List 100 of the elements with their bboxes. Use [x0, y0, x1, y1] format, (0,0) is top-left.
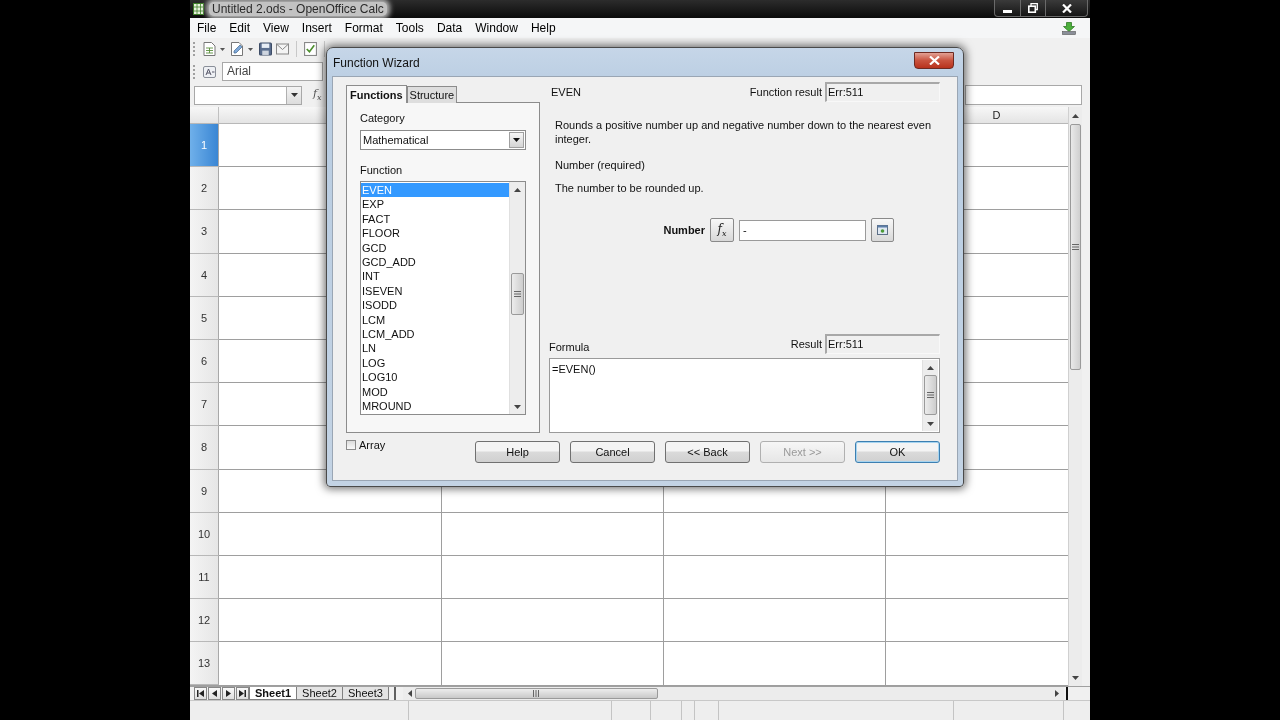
- row-header[interactable]: 10: [190, 512, 219, 556]
- menu-item[interactable]: Format: [338, 20, 389, 36]
- first-sheet-button[interactable]: [194, 687, 207, 700]
- checkmark-document-icon[interactable]: [304, 42, 317, 56]
- column-label[interactable]: D: [992, 109, 1001, 121]
- caret-down-icon[interactable]: [927, 421, 934, 426]
- checkbox-label[interactable]: Array: [359, 439, 386, 451]
- sheet-tab[interactable]: Sheet1: [249, 687, 298, 700]
- sheet-tab[interactable]: Sheet2: [296, 687, 343, 700]
- category-dropdown[interactable]: Mathematical: [360, 130, 526, 150]
- menu-item[interactable]: Tools: [389, 20, 430, 36]
- function-name: EVEN: [550, 86, 581, 98]
- row-header[interactable]: 11: [190, 555, 219, 600]
- caret-up-icon[interactable]: [927, 365, 934, 370]
- formula-field[interactable]: =EVEN(): [549, 358, 940, 433]
- function-wizard-button[interactable]: f$_{x}$: [313, 87, 322, 103]
- tab[interactable]: Functions: [346, 85, 407, 103]
- restore-button[interactable]: [1021, 0, 1046, 17]
- list-item[interactable]: GCD: [361, 240, 509, 256]
- row-header[interactable]: 13: [190, 642, 219, 686]
- scrollbar-track[interactable]: [1068, 107, 1082, 686]
- checkbox[interactable]: [346, 440, 356, 450]
- list-item[interactable]: MOD: [361, 384, 509, 400]
- list-item[interactable]: FACT: [361, 211, 509, 227]
- caret-left-icon[interactable]: [407, 690, 412, 697]
- dialog-button[interactable]: OK: [855, 441, 940, 463]
- function-description: Rounds a positive number up and negative number down to the nearest even integer.: [555, 118, 933, 146]
- function-wizard-button[interactable]: f$_{x}$: [710, 218, 734, 242]
- caret-down-icon[interactable]: [220, 47, 225, 51]
- grip-icon: [927, 392, 934, 398]
- row-header[interactable]: 3: [190, 210, 219, 254]
- tab[interactable]: Structure: [406, 86, 458, 103]
- dialog-button[interactable]: Help: [475, 441, 560, 463]
- horizontal-scrollbar[interactable]: [402, 687, 1064, 700]
- menu-item[interactable]: File: [191, 20, 223, 36]
- list-item[interactable]: LN: [361, 341, 509, 356]
- previous-sheet-button[interactable]: [208, 687, 221, 700]
- list-item[interactable]: ISEVEN: [361, 283, 509, 299]
- minimize-button[interactable]: [994, 0, 1021, 17]
- scrollbar-track[interactable]: [922, 360, 938, 431]
- dropdown-button[interactable]: [509, 132, 524, 148]
- list-item[interactable]: INT: [361, 269, 509, 284]
- function-result-label: Function result: [749, 86, 822, 98]
- caret-down-icon[interactable]: [248, 47, 253, 51]
- shrink-button[interactable]: [871, 218, 894, 242]
- menu-item[interactable]: Insert: [295, 20, 338, 36]
- close-button[interactable]: [1046, 0, 1088, 17]
- list-item[interactable]: LOG10: [361, 370, 509, 385]
- list-item[interactable]: FLOOR: [361, 226, 509, 241]
- list-item[interactable]: ISODD: [361, 298, 509, 313]
- caret-up-icon[interactable]: [514, 187, 521, 192]
- list-item[interactable]: MROUND: [361, 399, 509, 414]
- argument-description: The number to be rounded up.: [555, 181, 705, 195]
- list-item[interactable]: EXP: [361, 197, 509, 212]
- row-header[interactable]: 2: [190, 167, 219, 211]
- font-name-field[interactable]: Arial: [222, 62, 323, 81]
- email-icon[interactable]: [276, 42, 289, 56]
- document-icon[interactable]: [231, 42, 244, 56]
- list-item[interactable]: LOG: [361, 355, 509, 371]
- list-item[interactable]: GCD_ADD: [361, 255, 509, 270]
- list-item[interactable]: LCM: [361, 312, 509, 328]
- spreadsheet-document-icon[interactable]: [203, 42, 216, 56]
- scrollbar-track[interactable]: [509, 182, 525, 414]
- result-field: Err:511: [825, 334, 940, 354]
- list-item[interactable]: LCM_ADD: [361, 327, 509, 342]
- row-header[interactable]: 4: [190, 253, 219, 297]
- save-icon[interactable]: [259, 42, 272, 56]
- dropdown-button[interactable]: [286, 86, 301, 104]
- formula-input[interactable]: [965, 85, 1082, 105]
- row-header[interactable]: 12: [190, 599, 219, 643]
- argument-input[interactable]: -: [739, 219, 866, 241]
- style-icon[interactable]: [203, 64, 216, 79]
- scrollbar-thumb[interactable]: [414, 688, 658, 699]
- caret-down-icon[interactable]: [514, 404, 521, 409]
- result-label: Result: [790, 338, 822, 350]
- dialog-button[interactable]: Cancel: [570, 441, 655, 463]
- row-header[interactable]: 8: [190, 426, 219, 470]
- row-header[interactable]: 7: [190, 383, 219, 427]
- scrollbar-thumb[interactable]: [511, 273, 524, 315]
- caret-down-icon: [513, 138, 520, 142]
- function-result-field: Err:511: [825, 82, 940, 102]
- dialog-button[interactable]: << Back: [665, 441, 750, 463]
- download-arrow-icon[interactable]: [1062, 21, 1076, 35]
- menu-item[interactable]: View: [257, 20, 295, 36]
- scrollbar-thumb[interactable]: [1070, 124, 1081, 370]
- menu-item[interactable]: Data: [430, 20, 469, 36]
- last-sheet-button[interactable]: [236, 687, 249, 700]
- row-header[interactable]: 5: [190, 296, 219, 340]
- close-button[interactable]: [914, 52, 954, 69]
- close-icon: [1061, 3, 1072, 13]
- menu-item[interactable]: Edit: [223, 20, 257, 36]
- next-sheet-button[interactable]: [222, 687, 235, 700]
- caret-right-icon[interactable]: [1055, 690, 1059, 697]
- menu-item[interactable]: Window: [469, 20, 524, 36]
- menu-item[interactable]: Help: [524, 20, 562, 36]
- sheet-tab[interactable]: Sheet3: [341, 687, 389, 700]
- row-header[interactable]: 6: [190, 339, 219, 384]
- scrollbar-thumb[interactable]: [924, 375, 937, 415]
- function-list[interactable]: EVEN EXP FACT FLOOR GCD GCD_ADD INT ISEVEN ISODD LCM LCM_ADD LN LOG LOG10 MOD MROUND: [360, 181, 526, 415]
- row-header[interactable]: 9: [190, 469, 219, 513]
